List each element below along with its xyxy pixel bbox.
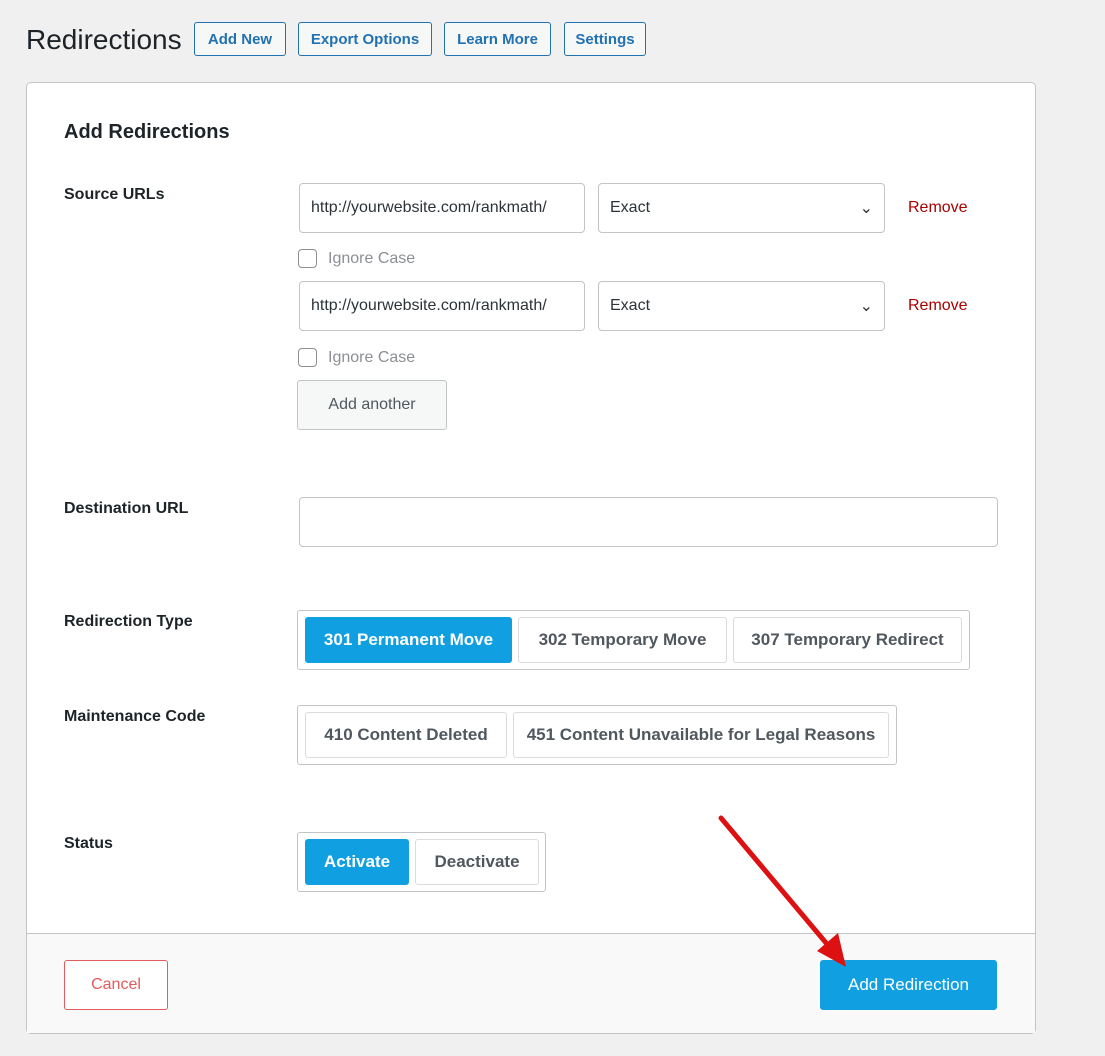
maintenance-code-label: Maintenance Code [64, 708, 206, 725]
export-options-button[interactable]: Export Options [298, 22, 432, 56]
match-value: Exact [610, 297, 651, 314]
source-urls-label: Source URLs [64, 186, 165, 203]
page-title: Redirections [26, 24, 182, 55]
activate-option[interactable]: Activate [305, 839, 409, 885]
status-label: Status [64, 835, 113, 852]
settings-button[interactable]: Settings [564, 22, 646, 56]
match-value: Exact [610, 199, 651, 216]
ignore-case-label: Ignore Case [328, 349, 416, 366]
destination-url-label: Destination URL [64, 500, 189, 517]
remove-source-link[interactable]: Remove [908, 297, 968, 315]
type-302-option[interactable]: 302 Temporary Move [518, 617, 727, 663]
add-new-button[interactable]: Add New [194, 22, 286, 56]
chevron-down-icon: ⌄ [859, 298, 873, 315]
deactivate-option[interactable]: Deactivate [415, 839, 539, 885]
source-url-input[interactable]: http://yourwebsite.com/rankmath/ [299, 183, 585, 233]
add-redirection-button[interactable]: Add Redirection [820, 960, 997, 1010]
ignore-case-checkbox[interactable] [298, 249, 317, 268]
add-another-button[interactable]: Add another [297, 380, 447, 430]
remove-source-link[interactable]: Remove [908, 199, 968, 217]
code-410-option[interactable]: 410 Content Deleted [305, 712, 507, 758]
redirection-type-label: Redirection Type [64, 613, 193, 630]
type-307-option[interactable]: 307 Temporary Redirect [733, 617, 962, 663]
destination-url-input[interactable] [299, 497, 998, 547]
match-select[interactable]: Exact ⌄ [598, 183, 885, 233]
type-301-option[interactable]: 301 Permanent Move [305, 617, 512, 663]
form-title: Add Redirections [64, 121, 230, 143]
cancel-button[interactable]: Cancel [64, 960, 168, 1010]
match-select[interactable]: Exact ⌄ [598, 281, 885, 331]
ignore-case-label: Ignore Case [328, 250, 416, 267]
source-url-input[interactable]: http://yourwebsite.com/rankmath/ [299, 281, 585, 331]
chevron-down-icon: ⌄ [859, 200, 873, 217]
ignore-case-checkbox[interactable] [298, 348, 317, 367]
code-451-option[interactable]: 451 Content Unavailable for Legal Reason… [513, 712, 889, 758]
learn-more-button[interactable]: Learn More [444, 22, 551, 56]
